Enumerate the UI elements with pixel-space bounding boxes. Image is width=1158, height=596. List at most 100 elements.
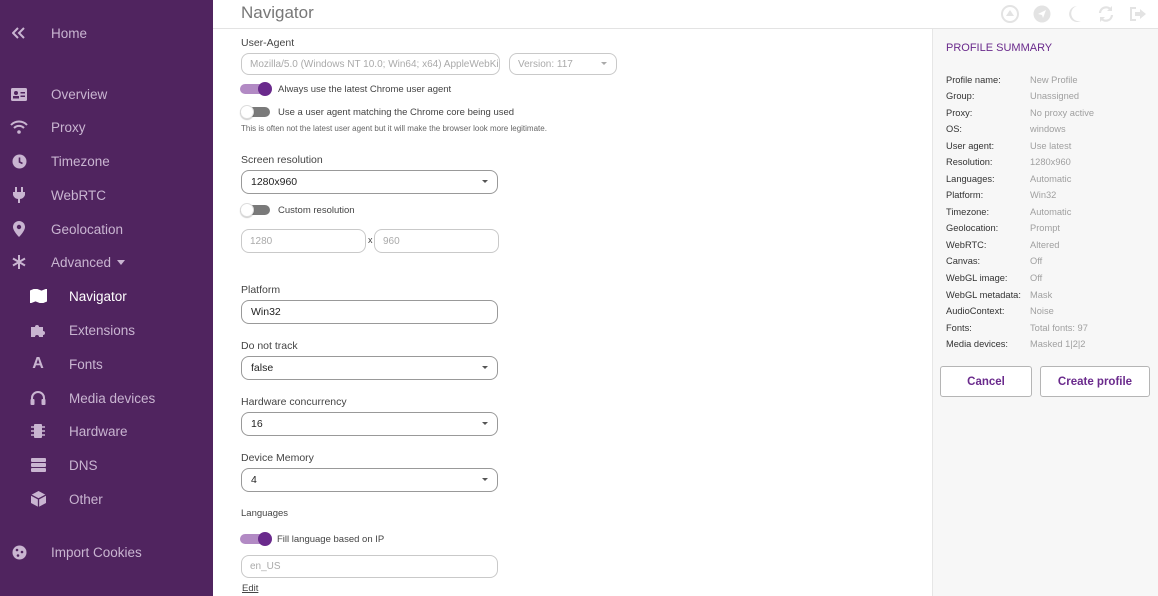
map-icon [28,286,48,306]
send-icon[interactable] [1032,4,1052,24]
sidebar-item-fonts[interactable]: A Fonts [0,349,213,379]
sidebar-item-label: Fonts [69,356,103,372]
moon-icon[interactable] [1064,4,1084,24]
sidebar-item-navigator[interactable]: Navigator [0,281,213,311]
resolution-separator: x [368,235,373,245]
summary-key: OS: [946,124,963,134]
latest-ua-toggle[interactable] [240,82,272,96]
dnt-select[interactable]: false [241,356,498,380]
sidebar-item-label: Extensions [69,322,136,338]
languages-edit-link[interactable]: Edit [242,583,258,594]
sidebar: Home Overview Proxy Timezone WebRTC Geol… [0,0,213,596]
summary-key: Geolocation: [946,223,999,233]
sidebar-item-overview[interactable]: Overview [0,79,213,109]
summary-value: Masked 1|2|2 [1030,339,1086,349]
sidebar-item-dns[interactable]: DNS [0,450,213,480]
hw-concurrency-select[interactable]: 16 [241,412,498,436]
summary-value: 1280x960 [1030,157,1071,167]
map-marker-icon [9,219,29,239]
header-actions [1000,4,1148,24]
sign-out-icon[interactable] [1128,4,1148,24]
sidebar-item-label: Proxy [51,119,86,135]
server-icon [28,455,48,475]
resolution-width-placeholder: 1280 [250,235,273,247]
device-memory-select[interactable]: 4 [241,468,498,492]
resolution-width-input[interactable]: 1280 [241,229,366,253]
version-value: Version: 117 [518,58,573,70]
summary-key: Platform: [946,190,984,200]
summary-value: Use latest [1030,141,1072,151]
summary-value: Total fonts: 97 [1030,323,1088,333]
platform-label: Platform [241,284,281,296]
double-chevron-left-icon[interactable] [9,23,29,43]
chevron-down-icon [482,366,488,369]
sidebar-item-timezone[interactable]: Timezone [0,146,213,176]
fill-language-label: Fill language based on IP [277,534,385,545]
sidebar-item-advanced[interactable]: Advanced [0,247,213,277]
platform-input[interactable]: Win32 [241,300,498,324]
sidebar-item-webrtc[interactable]: WebRTC [0,180,213,210]
sidebar-item-media-devices[interactable]: Media devices [0,383,213,413]
platform-value: Win32 [251,306,281,318]
version-select[interactable]: Version: 117 [509,53,617,75]
summary-value: Mask [1030,290,1053,300]
summary-value: Unassigned [1030,91,1080,101]
dnt-value: false [251,362,274,374]
screen-resolution-label: Screen resolution [241,154,323,166]
summary-key: WebGL metadata: [946,290,1021,300]
screen-resolution-select[interactable]: 1280x960 [241,170,498,194]
custom-resolution-toggle[interactable] [240,203,272,217]
sidebar-item-import-cookies[interactable]: Import Cookies [0,537,213,567]
header: Navigator [213,0,1158,29]
summary-value: Off [1030,256,1043,266]
languages-placeholder: en_US [250,561,281,572]
resolution-height-input[interactable]: 960 [374,229,499,253]
sidebar-item-geolocation[interactable]: Geolocation [0,214,213,244]
summary-key: Group: [946,91,975,101]
summary-value: Altered [1030,240,1060,250]
summary-key: Profile name: [946,75,1001,85]
summary-key: Canvas: [946,256,981,266]
summary-value: New Profile [1030,75,1078,85]
languages-label: Languages [241,508,289,519]
chevron-down-icon [482,478,488,481]
summary-title: PROFILE SUMMARY [946,42,1053,54]
puzzle-icon [28,320,48,340]
sidebar-item-label: Import Cookies [51,544,142,560]
sidebar-item-other[interactable]: Other [0,484,213,514]
hw-concurrency-label: Hardware concurrency [241,396,347,408]
core-ua-toggle[interactable] [240,105,272,119]
device-memory-label: Device Memory [241,452,314,464]
sidebar-item-proxy[interactable]: Proxy [0,112,213,142]
summary-key: Languages: [946,174,995,184]
recycle-icon[interactable] [1000,4,1020,24]
chevron-down-icon [482,180,488,183]
fill-language-toggle[interactable] [240,532,272,546]
sidebar-item-home[interactable]: Home [0,18,213,48]
create-profile-button[interactable]: Create profile [1040,366,1150,397]
sidebar-item-extensions[interactable]: Extensions [0,315,213,345]
cookie-icon [9,542,29,562]
dnt-label: Do not track [241,340,298,352]
user-agent-input[interactable]: Mozilla/5.0 (Windows NT 10.0; Win64; x64… [241,53,500,75]
plug-icon [9,185,29,205]
summary-value: No proxy active [1030,108,1095,118]
sidebar-item-label: Overview [51,86,108,102]
sync-icon[interactable] [1096,4,1116,24]
sidebar-item-label: Advanced [51,254,112,270]
sidebar-item-label: Other [69,491,103,507]
sidebar-item-label: Geolocation [51,221,124,237]
user-agent-label: User-Agent [241,37,295,49]
summary-value: Automatic [1030,207,1072,217]
chevron-down-icon [482,422,488,425]
summary-key: Resolution: [946,157,993,167]
core-ua-toggle-label: Use a user agent matching the Chrome cor… [278,107,515,118]
summary-value: Off [1030,273,1043,283]
cancel-button[interactable]: Cancel [940,366,1032,397]
summary-key: AudioContext: [946,306,1005,316]
sidebar-item-hardware[interactable]: Hardware [0,416,213,446]
page-title: Navigator [241,3,314,22]
languages-input[interactable]: en_US [241,555,498,578]
summary-value: Prompt [1030,223,1060,233]
sidebar-item-label: DNS [69,457,98,473]
